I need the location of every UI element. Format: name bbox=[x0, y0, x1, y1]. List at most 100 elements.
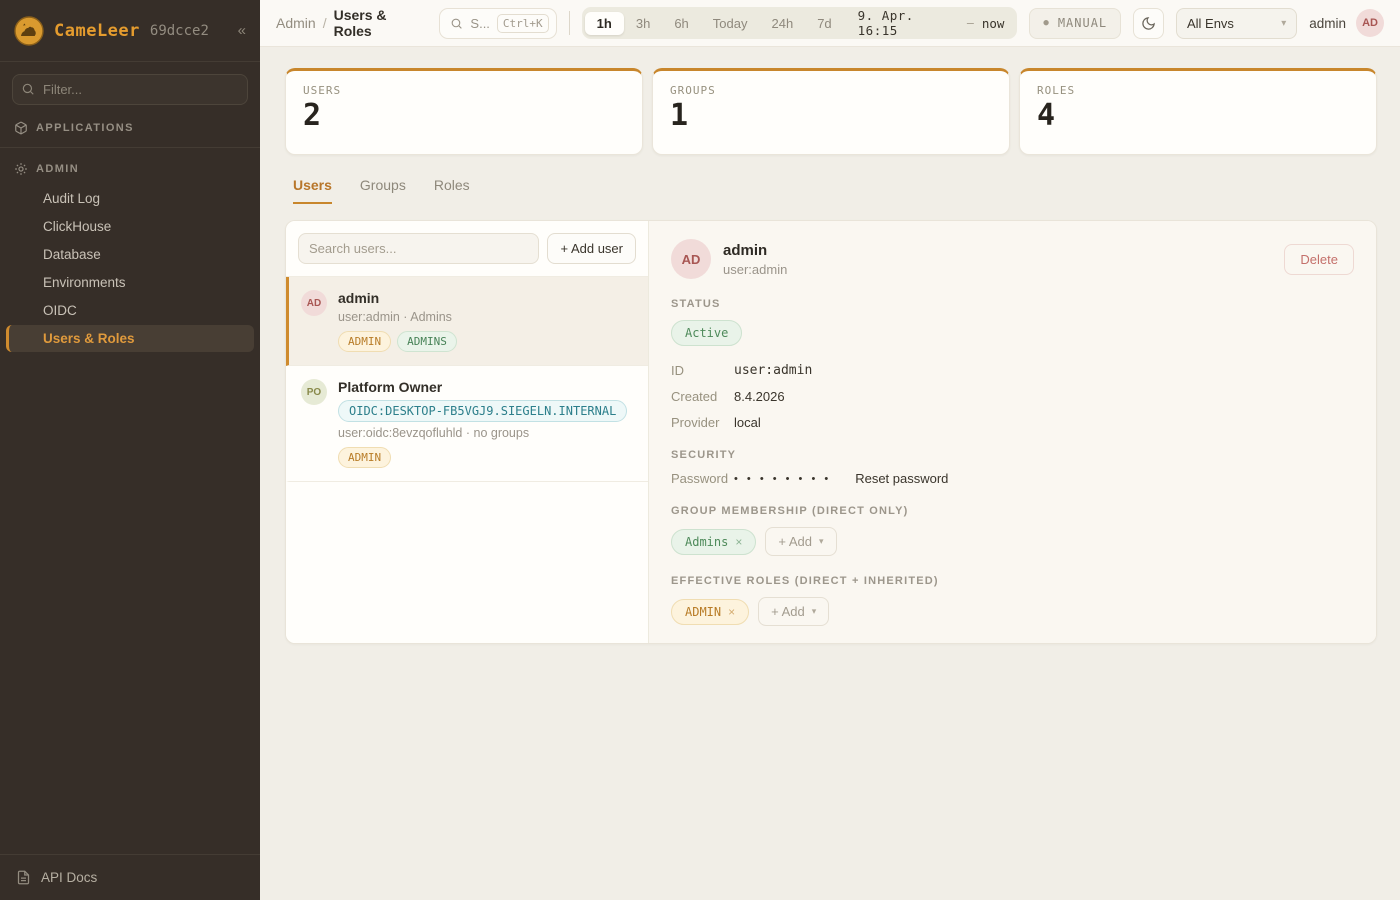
time-display-separator: – bbox=[967, 16, 974, 30]
add-user-button[interactable]: + Add user bbox=[547, 233, 636, 264]
cameleer-logo-icon bbox=[14, 16, 44, 46]
environment-select[interactable]: All Envs ▾ bbox=[1176, 8, 1297, 39]
chevron-down-icon: ▾ bbox=[1281, 18, 1286, 29]
field-value: 8.4.2026 bbox=[734, 389, 785, 404]
status-heading: STATUS bbox=[671, 298, 1354, 310]
time-range-7d[interactable]: 7d bbox=[805, 12, 843, 35]
group-badge: ADMINS bbox=[397, 331, 457, 352]
sidebar-item-oidc[interactable]: OIDC bbox=[6, 297, 254, 324]
theme-toggle-button[interactable] bbox=[1133, 8, 1164, 39]
section-label: ADMIN bbox=[36, 163, 79, 175]
stat-value: 2 bbox=[303, 101, 625, 131]
stat-label: USERS bbox=[303, 84, 625, 97]
sidebar-header: CameLeer 69dcce2 « bbox=[0, 0, 260, 62]
divider bbox=[569, 11, 570, 35]
search-label: S... bbox=[470, 16, 490, 31]
sidebar-section-admin[interactable]: ADMIN bbox=[0, 152, 260, 184]
sidebar-item-database[interactable]: Database bbox=[6, 241, 254, 268]
search-icon bbox=[450, 17, 463, 30]
user-name: Platform Owner bbox=[338, 379, 627, 395]
group-chips: Admins× + Add▾ bbox=[671, 527, 1354, 556]
page-content: USERS 2 GROUPS 1 ROLES 4 Users Groups Ro… bbox=[260, 47, 1400, 644]
user-avatar[interactable]: AD bbox=[1356, 9, 1384, 37]
sidebar-collapse-icon[interactable]: « bbox=[238, 22, 246, 39]
field-row-id: ID user:admin bbox=[671, 363, 1354, 378]
add-role-button[interactable]: + Add▾ bbox=[758, 597, 829, 626]
delete-user-button[interactable]: Delete bbox=[1284, 244, 1354, 275]
main-area: Admin / Users & Roles S... Ctrl+K 1h 3h … bbox=[260, 0, 1400, 900]
app-version: 69dcce2 bbox=[150, 23, 209, 39]
stat-label: GROUPS bbox=[670, 84, 992, 97]
user-list-column: + Add user AD admin user:admin · Admins … bbox=[286, 221, 649, 643]
time-display-start[interactable]: 9. Apr. 16:15 bbox=[844, 8, 967, 38]
dot-icon: ● bbox=[1043, 18, 1049, 28]
detail-header: AD admin user:admin Delete bbox=[671, 239, 1354, 279]
sidebar: CameLeer 69dcce2 « APPLICATIONS ADMIN Au… bbox=[0, 0, 260, 900]
moon-icon bbox=[1141, 16, 1156, 31]
password-label: Password bbox=[671, 471, 734, 486]
sidebar-section-applications[interactable]: APPLICATIONS bbox=[0, 111, 260, 143]
user-detail-panel: AD admin user:admin Delete STATUS Active… bbox=[649, 221, 1376, 643]
divider bbox=[0, 147, 260, 148]
breadcrumb-current: Users & Roles bbox=[334, 7, 428, 39]
field-value: user:admin bbox=[734, 363, 812, 378]
chevron-down-icon: ▾ bbox=[819, 536, 824, 547]
tab-users[interactable]: Users bbox=[293, 177, 332, 204]
sidebar-item-clickhouse[interactable]: ClickHouse bbox=[6, 213, 254, 240]
tab-groups[interactable]: Groups bbox=[360, 177, 406, 204]
password-row: Password • • • • • • • • Reset password bbox=[671, 471, 1354, 486]
time-range-6h[interactable]: 6h bbox=[662, 12, 700, 35]
time-range-24h[interactable]: 24h bbox=[759, 12, 805, 35]
section-label: APPLICATIONS bbox=[36, 122, 134, 134]
sidebar-item-environments[interactable]: Environments bbox=[6, 269, 254, 296]
time-range-3h[interactable]: 3h bbox=[624, 12, 662, 35]
security-heading: SECURITY bbox=[671, 449, 1354, 461]
badge-row: ADMIN bbox=[338, 447, 627, 468]
oidc-badge: OIDC:DESKTOP-FB5VGJ9.SIEGELN.INTERNAL bbox=[338, 400, 627, 422]
role-badge: ADMIN bbox=[338, 447, 391, 468]
time-display-end[interactable]: now bbox=[974, 16, 1015, 31]
role-badge: ADMIN bbox=[338, 331, 391, 352]
sidebar-item-users-roles[interactable]: Users & Roles bbox=[6, 325, 254, 352]
current-user-name: admin bbox=[1309, 16, 1346, 31]
field-row-created: Created 8.4.2026 bbox=[671, 389, 1354, 404]
stat-card-groups: GROUPS 1 bbox=[652, 68, 1010, 155]
stat-card-roles: ROLES 4 bbox=[1019, 68, 1377, 155]
user-list-item-admin[interactable]: AD admin user:admin · Admins ADMIN ADMIN… bbox=[286, 277, 648, 366]
breadcrumb: Admin / Users & Roles bbox=[276, 7, 427, 39]
detail-user-name: admin bbox=[723, 242, 787, 259]
avatar: AD bbox=[671, 239, 711, 279]
remove-icon[interactable]: × bbox=[735, 535, 742, 549]
field-row-provider: Provider local bbox=[671, 415, 1354, 430]
user-subtitle: user:oidc:8evzqofluhld · no groups bbox=[338, 426, 627, 440]
top-bar: Admin / Users & Roles S... Ctrl+K 1h 3h … bbox=[260, 0, 1400, 47]
user-menu: admin AD bbox=[1309, 9, 1384, 37]
sidebar-item-audit-log[interactable]: Audit Log bbox=[6, 185, 254, 212]
tab-roles[interactable]: Roles bbox=[434, 177, 470, 204]
effective-roles-heading: EFFECTIVE ROLES (DIRECT + INHERITED) bbox=[671, 575, 1354, 587]
field-value: local bbox=[734, 415, 761, 430]
stat-value: 1 bbox=[670, 101, 992, 131]
users-panel: + Add user AD admin user:admin · Admins … bbox=[285, 220, 1377, 644]
group-chip-admins: Admins× bbox=[671, 529, 756, 555]
chevron-down-icon: ▾ bbox=[812, 606, 817, 617]
reset-password-link[interactable]: Reset password bbox=[855, 471, 948, 486]
time-range-1h[interactable]: 1h bbox=[585, 12, 624, 35]
api-docs-label: API Docs bbox=[41, 870, 97, 885]
search-icon bbox=[21, 82, 35, 96]
add-group-button[interactable]: + Add▾ bbox=[765, 527, 836, 556]
user-list-toolbar: + Add user bbox=[286, 221, 648, 277]
global-search-button[interactable]: S... Ctrl+K bbox=[439, 8, 556, 39]
field-label: Created bbox=[671, 389, 734, 404]
stat-value: 4 bbox=[1037, 101, 1359, 131]
time-range-today[interactable]: Today bbox=[701, 12, 760, 35]
api-docs-link[interactable]: API Docs bbox=[0, 854, 260, 900]
sidebar-filter-input[interactable] bbox=[12, 74, 248, 105]
breadcrumb-admin[interactable]: Admin bbox=[276, 15, 316, 31]
sidebar-nav: Audit Log ClickHouse Database Environmen… bbox=[0, 184, 260, 353]
user-search-input[interactable] bbox=[298, 233, 539, 264]
refresh-mode-button[interactable]: ● MANUAL bbox=[1029, 8, 1121, 39]
user-list-item-platform-owner[interactable]: PO Platform Owner OIDC:DESKTOP-FB5VGJ9.S… bbox=[286, 366, 648, 482]
remove-icon[interactable]: × bbox=[728, 605, 735, 619]
user-name: admin bbox=[338, 290, 457, 306]
